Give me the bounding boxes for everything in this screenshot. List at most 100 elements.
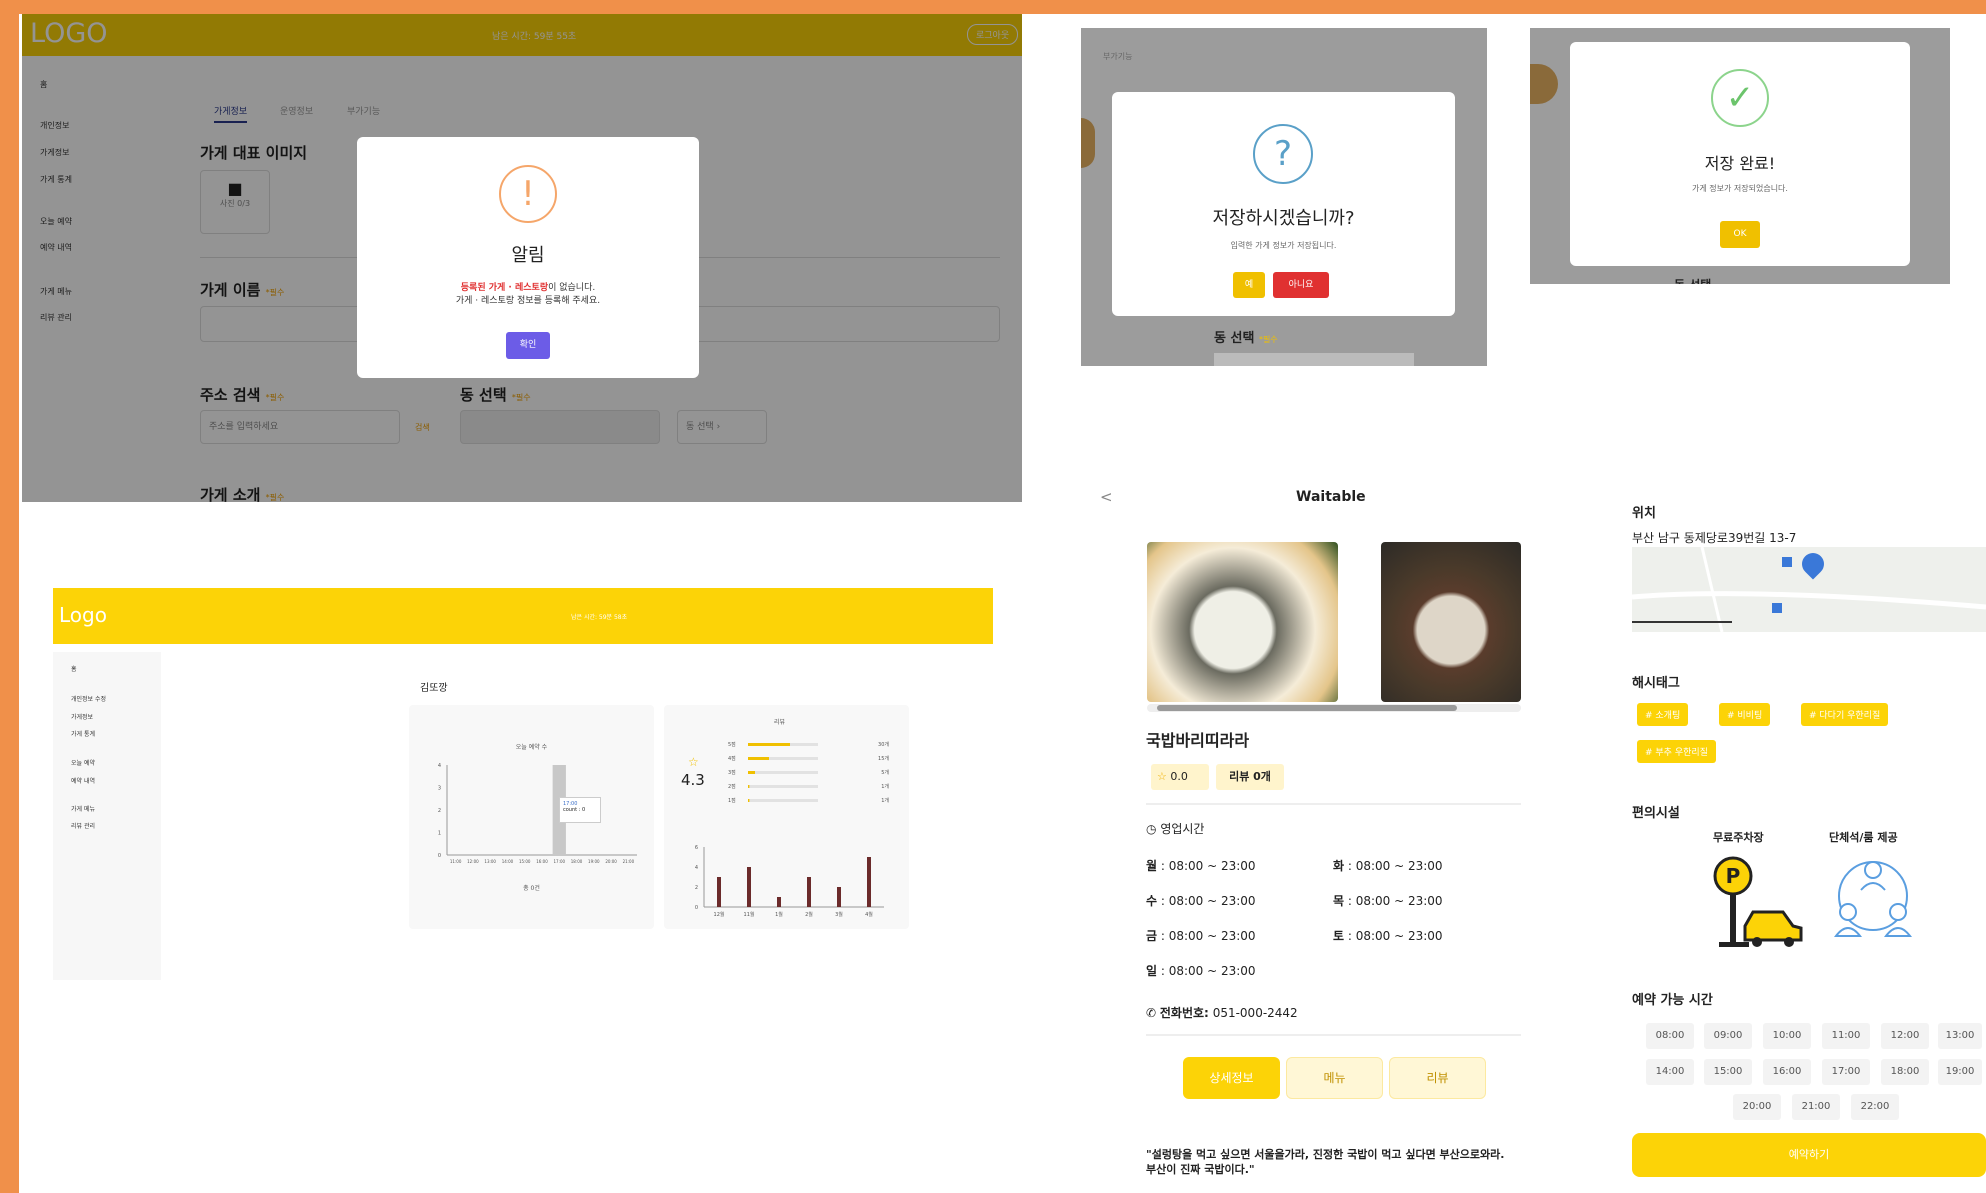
category-label: 3점 [728, 769, 736, 776]
y-tick-label: 4 [438, 763, 441, 769]
time-slot[interactable]: 12:00 [1881, 1023, 1929, 1049]
category-label: 2점 [728, 783, 736, 790]
facility-parking-label: 무료주차장 [1713, 831, 1764, 844]
chart-bar [748, 743, 790, 746]
hashtag-chip[interactable]: # 다다기 우한리질 [1801, 703, 1889, 726]
x-tick-label: 2월 [805, 911, 813, 918]
chart-tooltip: 17:00 count : 0 [559, 797, 601, 823]
review-count-badge[interactable]: 리뷰 0개 [1216, 764, 1284, 790]
review-card: 리뷰 ☆ 4.3 5점 30개 4점 15개 3점 5개 2점 1개 1점 1개 0 2 4 6 12월 1… [664, 705, 909, 929]
question-icon: ? [1253, 124, 1313, 184]
food-image-fragment [1530, 64, 1558, 104]
time-slot[interactable]: 20:00 [1733, 1094, 1781, 1120]
store-quote: "설렁탕을 먹고 싶으면 서울을가라, 진정한 국밥이 먹고 싶다면 부산으로와… [1146, 1148, 1505, 1176]
today-reservation-chart: 0 1 2 3 4 11:00 12:00 13:00 14:00 15:00 16:00 17:00… [438, 763, 637, 864]
save-confirm-panel: 부가기능 ? 저장하시겠습니까? 입력한 가게 정보가 저장됩니다. 예 아니요… [1081, 28, 1487, 366]
admin-alert-panel: LOGO 남은 시간: 59분 55초 로그아웃 홈 개인정보 가게정보 가게 … [22, 14, 1022, 502]
svg-text:P: P [1726, 864, 1741, 888]
time-slot[interactable]: 13:00 [1938, 1023, 1982, 1049]
time-slot[interactable]: 17:00 [1822, 1059, 1870, 1085]
tab-review[interactable]: 리뷰 [1389, 1057, 1486, 1099]
time-slot[interactable]: 16:00 [1763, 1059, 1811, 1085]
time-slot[interactable]: 11:00 [1822, 1023, 1870, 1049]
chart-bar [867, 857, 871, 907]
sidebar-item-today-reservations[interactable]: 오늘 예약 [71, 758, 95, 767]
no-button[interactable]: 아니요 [1273, 272, 1329, 298]
time-slot[interactable]: 14:00 [1646, 1059, 1694, 1085]
hashtag-chip[interactable]: # 소개팅 [1637, 703, 1689, 726]
time-slot[interactable]: 09:00 [1704, 1023, 1752, 1049]
x-tick-label: 11:00 [450, 859, 462, 864]
y-tick-label: 0 [695, 905, 698, 911]
sidebar-item-profile-edit[interactable]: 개인정보 수정 [71, 694, 106, 703]
chart-footer: 총 0건 [523, 885, 540, 892]
hours-thu: 목 : 08:00 ~ 23:00 [1333, 894, 1443, 908]
hours-sat: 토 : 08:00 ~ 23:00 [1333, 929, 1443, 943]
x-tick-label: 3월 [835, 911, 843, 918]
chart-bar [748, 785, 750, 788]
time-slot[interactable]: 19:00 [1938, 1059, 1982, 1085]
store-name: 김또깡 [420, 683, 448, 694]
chart-bar [747, 867, 751, 907]
sidebar-item-store-info[interactable]: 가게정보 [71, 712, 93, 721]
food-image-fragment [1081, 118, 1095, 168]
hours-sun: 일 : 08:00 ~ 23:00 [1146, 964, 1256, 978]
y-tick-label: 1 [438, 831, 441, 837]
chart-bar [807, 877, 811, 907]
monthly-review-chart: 0 2 4 6 12월 11월 1월 2월 3월 4월 [695, 845, 884, 918]
divider [1146, 803, 1521, 805]
value-label: 1개 [881, 797, 889, 804]
value-label: 5개 [881, 769, 889, 776]
time-slot[interactable]: 21:00 [1792, 1094, 1840, 1120]
store-name: 국밥바리띠라라 [1146, 731, 1250, 750]
alert-title: 알림 [511, 245, 545, 266]
chart-bar [748, 757, 769, 760]
time-slot[interactable]: 22:00 [1851, 1094, 1899, 1120]
x-tick-label: 12월 [714, 911, 725, 918]
facility-group-room-label: 단체석/룸 제공 [1829, 831, 1898, 844]
value-label: 15개 [878, 755, 889, 762]
bar-track [748, 771, 818, 774]
food-photo-1 [1147, 542, 1338, 702]
hashtag-chip[interactable]: # 부추 우한리질 [1637, 740, 1716, 763]
x-tick-label: 4월 [865, 911, 873, 918]
y-tick-label: 2 [695, 885, 698, 891]
chart-bar [748, 799, 750, 802]
hashtag-chip[interactable]: # 비비팅 [1719, 703, 1771, 726]
rating-badge: ☆ 0.0 [1151, 764, 1209, 790]
image-scrollbar[interactable] [1147, 704, 1521, 712]
reservation-time-title: 예약 가능 시간 [1632, 993, 1713, 1008]
divider [1146, 1034, 1521, 1036]
x-tick-label: 1월 [775, 911, 783, 918]
reserve-button[interactable]: 예약하기 [1632, 1133, 1986, 1177]
confirm-button[interactable]: 확인 [506, 332, 550, 359]
time-slot[interactable]: 15:00 [1704, 1059, 1752, 1085]
time-slot[interactable]: 18:00 [1881, 1059, 1929, 1085]
dong-display [1214, 353, 1414, 366]
hours-wed: 수 : 08:00 ~ 23:00 [1146, 894, 1256, 908]
review-title: 리뷰 [774, 719, 786, 726]
food-photo-2 [1381, 542, 1521, 702]
group-room-icon [1833, 861, 1913, 937]
sidebar-item-reservation-history[interactable]: 예약 내역 [71, 776, 95, 785]
tab-detail[interactable]: 상세정보 [1183, 1057, 1280, 1099]
back-button[interactable]: < [1100, 488, 1113, 506]
hours-tue: 화 : 08:00 ~ 23:00 [1333, 859, 1443, 873]
save-done-panel: ✓ 저장 완료! 가게 정보가 저장되었습니다. OK 동 선택 [1530, 28, 1950, 284]
ok-button[interactable]: OK [1720, 221, 1760, 248]
check-icon: ✓ [1711, 69, 1769, 127]
time-slot[interactable]: 08:00 [1646, 1023, 1694, 1049]
chart-bar [748, 771, 755, 774]
sidebar-item-store-menu[interactable]: 가게 메뉴 [71, 804, 95, 813]
sidebar-item-review-manage[interactable]: 리뷰 관리 [71, 821, 95, 830]
rating-value: 4.3 [681, 771, 705, 789]
tab-menu[interactable]: 메뉴 [1286, 1057, 1383, 1099]
yes-button[interactable]: 예 [1233, 272, 1265, 298]
chart-bar [777, 897, 781, 907]
save-confirm-modal: ? 저장하시겠습니까? 입력한 가게 정보가 저장됩니다. 예 아니요 [1112, 92, 1455, 316]
location-map[interactable] [1632, 547, 1986, 632]
sidebar-item-home[interactable]: 홈 [71, 664, 77, 673]
hours-title: ◷ 영업시간 [1146, 822, 1205, 836]
sidebar-item-store-stats[interactable]: 가게 통계 [71, 729, 95, 738]
time-slot[interactable]: 10:00 [1763, 1023, 1811, 1049]
